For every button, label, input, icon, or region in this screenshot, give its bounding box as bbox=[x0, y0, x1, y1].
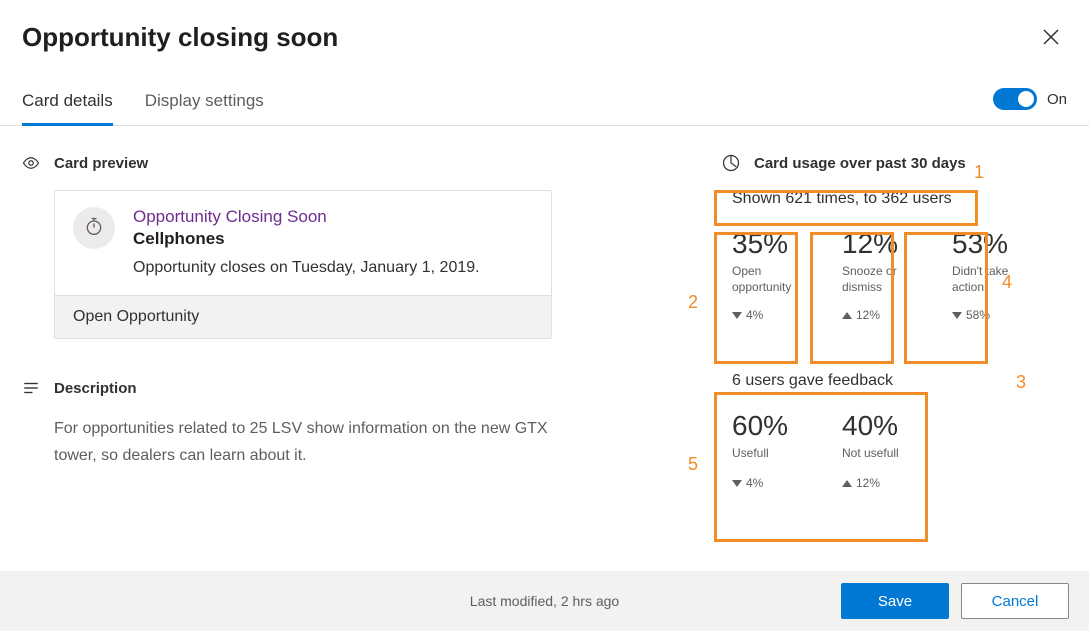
preview-card-desc: Opportunity closes on Tuesday, January 1… bbox=[133, 259, 480, 277]
delta-value: 4% bbox=[746, 476, 763, 490]
usage-stat-row: 35% Open opportunity 4% 12% Snooze or di… bbox=[732, 228, 1067, 322]
preview-card-body: Opportunity Closing Soon Cellphones Oppo… bbox=[55, 191, 551, 295]
tab-card-details[interactable]: Card details bbox=[22, 81, 113, 126]
delta-value: 4% bbox=[746, 308, 763, 322]
close-button[interactable] bbox=[1039, 23, 1063, 53]
preview-card: Opportunity Closing Soon Cellphones Oppo… bbox=[54, 190, 552, 339]
stat-label: Open opportunity bbox=[732, 264, 814, 296]
delta-value: 12% bbox=[856, 476, 880, 490]
arrow-up-icon bbox=[842, 480, 852, 487]
stat-value: 35% bbox=[732, 228, 814, 260]
preview-avatar bbox=[73, 207, 115, 249]
stopwatch-icon bbox=[84, 216, 104, 241]
feedback-line: 6 users gave feedback bbox=[732, 372, 1067, 390]
annotation-number-5: 5 bbox=[688, 454, 698, 475]
preview-action-button[interactable]: Open Opportunity bbox=[55, 295, 551, 338]
footer: Last modified, 2 hrs ago Save Cancel bbox=[0, 571, 1089, 631]
stat-label: Snooze or dismiss bbox=[842, 264, 924, 296]
arrow-down-icon bbox=[732, 312, 742, 319]
tabs: Card details Display settings bbox=[22, 81, 264, 125]
arrow-up-icon bbox=[842, 312, 852, 319]
chart-icon bbox=[722, 154, 740, 172]
delta-value: 12% bbox=[856, 308, 880, 322]
stat-label: Didn't take action bbox=[952, 264, 1034, 296]
stat-no-action: 53% Didn't take action 58% bbox=[952, 228, 1034, 322]
annotation-number-2: 2 bbox=[688, 292, 698, 313]
description-section-head: Description bbox=[22, 379, 562, 397]
stat-useful: 60% Usefull 4% bbox=[732, 410, 814, 490]
header: Opportunity closing soon bbox=[0, 0, 1089, 53]
description-text: For opportunities related to 25 LSV show… bbox=[54, 415, 562, 469]
arrow-down-icon bbox=[952, 312, 962, 319]
last-modified: Last modified, 2 hrs ago bbox=[470, 593, 619, 609]
stat-delta: 4% bbox=[732, 308, 814, 322]
stat-label: Usefull bbox=[732, 446, 814, 464]
right-column: Card usage over past 30 days Shown 621 t… bbox=[712, 154, 1067, 490]
preview-section-head: Card preview bbox=[22, 154, 562, 172]
stat-snooze-dismiss: 12% Snooze or dismiss 12% bbox=[842, 228, 924, 322]
usage-section-head: Card usage over past 30 days bbox=[722, 154, 1067, 172]
arrow-down-icon bbox=[732, 480, 742, 487]
delta-value: 58% bbox=[966, 308, 990, 322]
preview-text: Opportunity Closing Soon Cellphones Oppo… bbox=[133, 207, 480, 277]
stat-not-useful: 40% Not usefull 12% bbox=[842, 410, 924, 490]
stat-delta: 4% bbox=[732, 476, 814, 490]
enabled-toggle-wrap: On bbox=[993, 88, 1067, 118]
description-section-title: Description bbox=[54, 380, 137, 397]
description-section: Description For opportunities related to… bbox=[22, 379, 562, 469]
preview-section-title: Card preview bbox=[54, 155, 148, 172]
close-icon bbox=[1043, 25, 1059, 50]
left-column: Card preview Opportunity Closing Soon bbox=[22, 154, 562, 490]
save-button[interactable]: Save bbox=[841, 583, 949, 619]
stat-open-opportunity: 35% Open opportunity 4% bbox=[732, 228, 814, 322]
description-icon bbox=[22, 379, 40, 397]
stat-delta: 12% bbox=[842, 476, 924, 490]
tab-row: Card details Display settings On bbox=[0, 81, 1089, 126]
usage-section-title: Card usage over past 30 days bbox=[754, 155, 966, 172]
stat-value: 40% bbox=[842, 410, 924, 442]
stat-delta: 12% bbox=[842, 308, 924, 322]
content: Card preview Opportunity Closing Soon bbox=[0, 126, 1089, 490]
preview-card-subtitle: Cellphones bbox=[133, 229, 480, 249]
tab-display-settings[interactable]: Display settings bbox=[145, 81, 264, 126]
stat-delta: 58% bbox=[952, 308, 1034, 322]
feedback-stat-row: 60% Usefull 4% 40% Not usefull 12% bbox=[732, 410, 1067, 490]
toggle-label: On bbox=[1047, 91, 1067, 108]
preview-card-title: Opportunity Closing Soon bbox=[133, 207, 480, 227]
enabled-toggle[interactable] bbox=[993, 88, 1037, 110]
page-title: Opportunity closing soon bbox=[22, 22, 338, 53]
stat-label: Not usefull bbox=[842, 446, 924, 464]
stat-value: 53% bbox=[952, 228, 1034, 260]
cancel-button[interactable]: Cancel bbox=[961, 583, 1069, 619]
usage-shown-line: Shown 621 times, to 362 users bbox=[732, 190, 1067, 208]
stat-value: 60% bbox=[732, 410, 814, 442]
stat-value: 12% bbox=[842, 228, 924, 260]
preview-icon bbox=[22, 154, 40, 172]
